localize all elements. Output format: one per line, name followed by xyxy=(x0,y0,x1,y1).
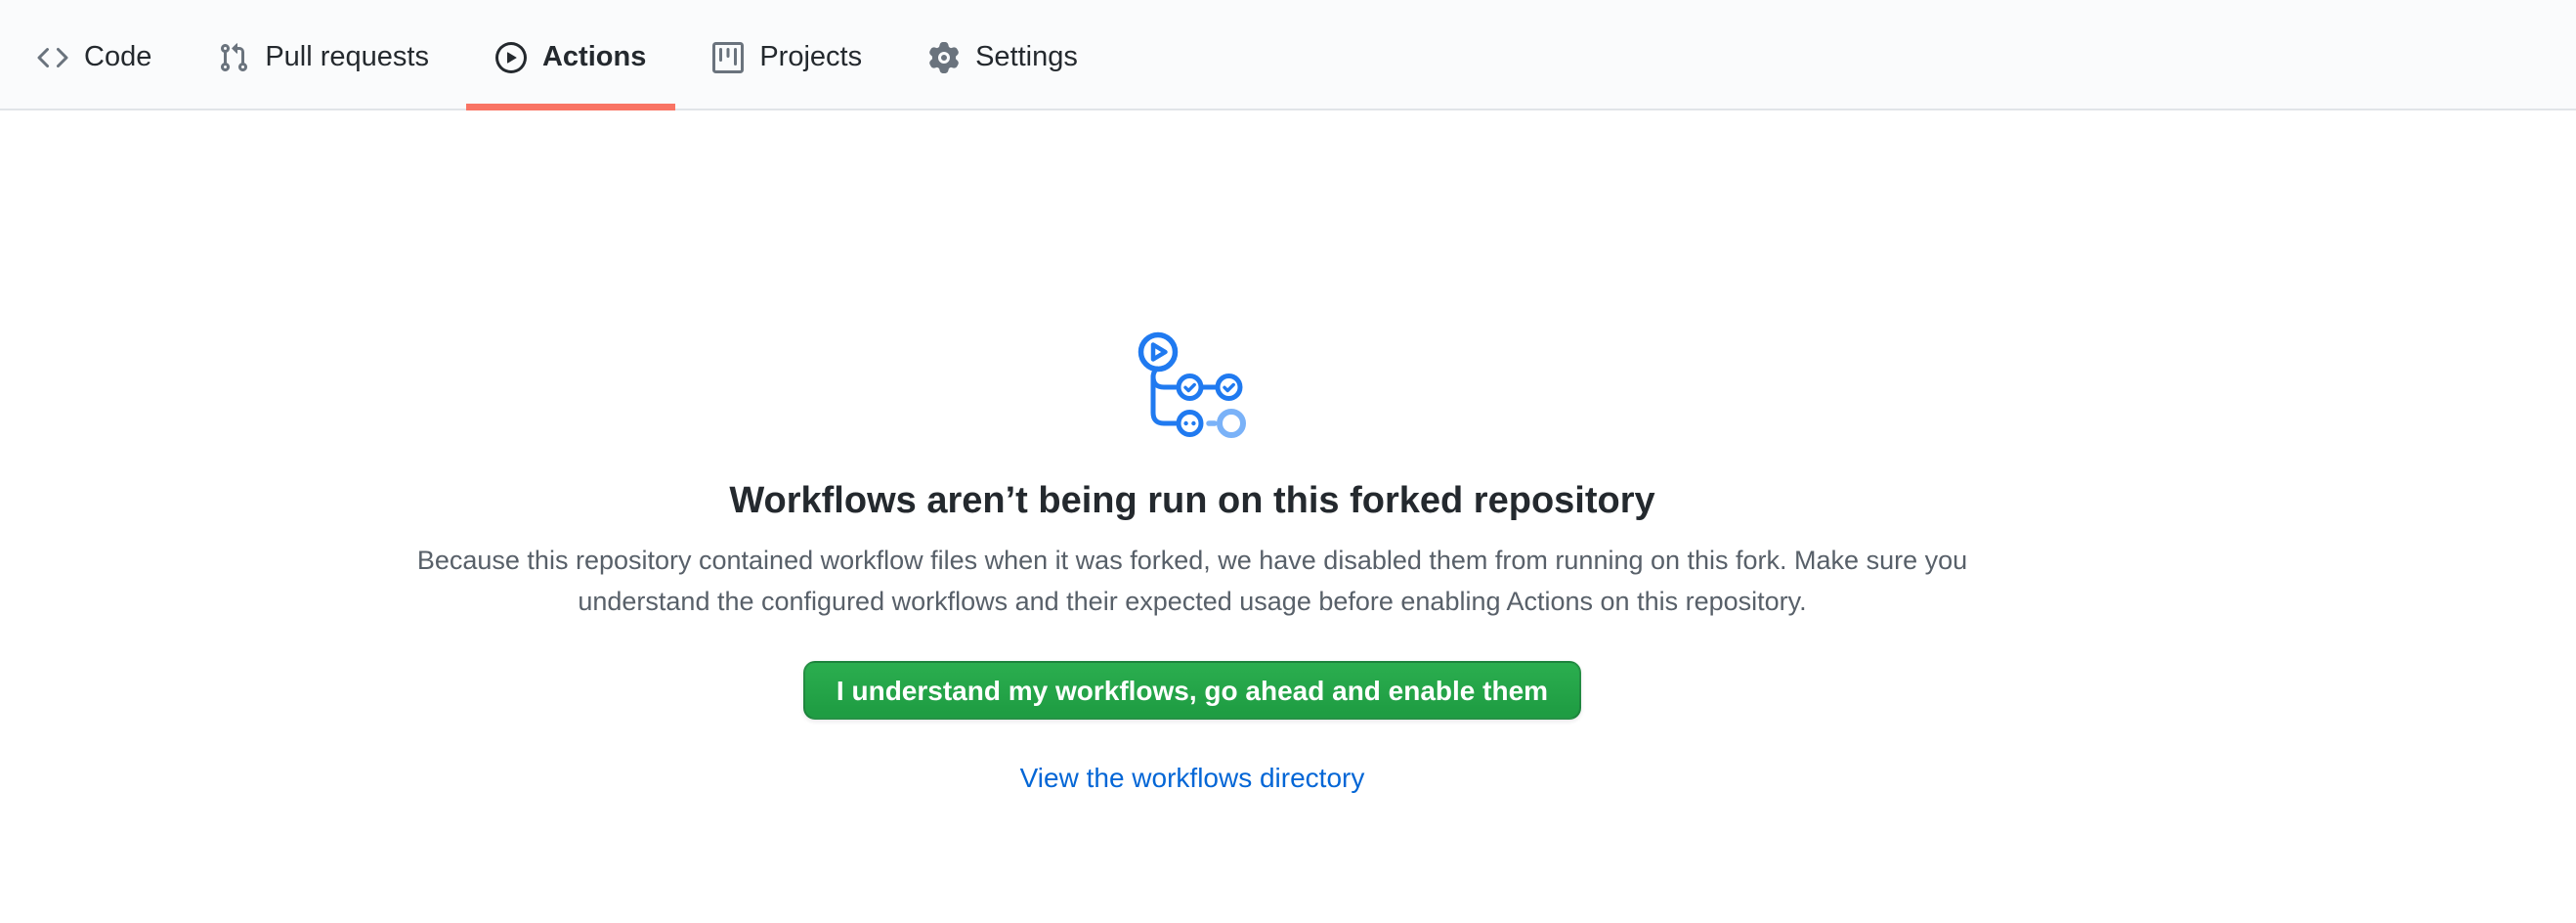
actions-disabled-blankslate: Workflows aren’t being run on this forke… xyxy=(0,110,2384,794)
project-icon xyxy=(712,42,744,73)
workflow-graph-icon xyxy=(1132,328,1253,447)
tab-settings[interactable]: Settings xyxy=(899,0,1107,109)
main-content: Workflows aren’t being run on this forke… xyxy=(0,110,2384,794)
tab-actions-label: Actions xyxy=(542,43,646,71)
disabled-workflows-description: Because this repository contained workfl… xyxy=(396,540,1989,622)
tab-actions[interactable]: Actions xyxy=(466,0,675,109)
tab-code[interactable]: Code xyxy=(8,0,181,109)
view-workflows-directory-link[interactable]: View the workflows directory xyxy=(1020,763,1365,794)
code-icon xyxy=(37,42,68,73)
tab-code-label: Code xyxy=(84,43,151,71)
gear-icon xyxy=(928,42,960,73)
tab-projects[interactable]: Projects xyxy=(683,0,891,109)
tab-projects-label: Projects xyxy=(759,43,862,71)
enable-workflows-button[interactable]: I understand my workflows, go ahead and … xyxy=(803,661,1581,720)
repo-tab-bar: Code Pull requests Actions Projects Sett… xyxy=(0,0,2576,110)
tab-pull-requests[interactable]: Pull requests xyxy=(189,0,458,109)
play-icon xyxy=(495,42,527,73)
tab-settings-label: Settings xyxy=(975,43,1078,71)
tab-pull-requests-label: Pull requests xyxy=(265,43,429,71)
actions-page: Code Pull requests Actions Projects Sett… xyxy=(0,0,2576,923)
git-pull-request-icon xyxy=(218,42,249,73)
page-title: Workflows aren’t being run on this forke… xyxy=(0,477,2384,524)
